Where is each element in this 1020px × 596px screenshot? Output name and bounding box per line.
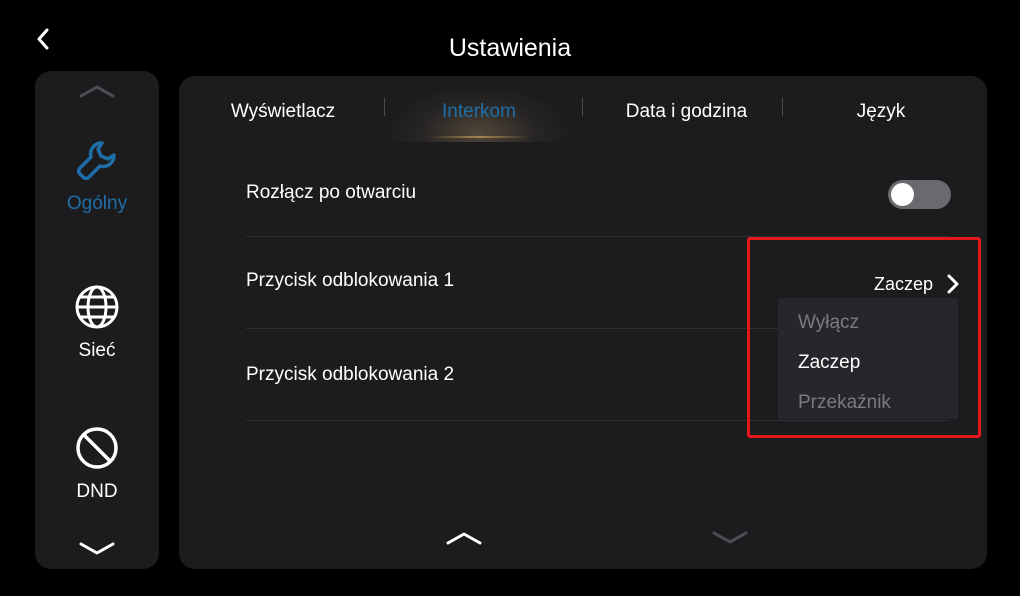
- tab-intercom[interactable]: Interkom: [405, 94, 553, 130]
- sidebar-scroll-down-button[interactable]: [79, 541, 115, 557]
- sidebar-scroll-up-button[interactable]: [79, 83, 115, 99]
- globe-icon: [75, 285, 119, 329]
- sidebar: Ogólny Sieć DND: [35, 71, 159, 569]
- sidebar-item-general[interactable]: Ogólny: [35, 137, 159, 215]
- toggle-knob: [891, 183, 914, 206]
- setting-label: Przycisk odblokowania 1: [246, 270, 455, 291]
- tab-separator: [782, 98, 783, 116]
- disconnect-toggle[interactable]: [888, 180, 951, 209]
- page-down-button[interactable]: [710, 528, 750, 548]
- sidebar-item-dnd[interactable]: DND: [35, 425, 159, 503]
- wrench-icon: [76, 141, 116, 181]
- chevron-down-icon: [79, 542, 115, 555]
- tab-separator: [582, 98, 583, 116]
- active-tab-underline: [429, 136, 529, 138]
- setting-label: Przycisk odblokowania 2: [246, 364, 455, 385]
- sidebar-item-label: DND: [76, 481, 118, 502]
- chevron-up-icon: [79, 85, 115, 98]
- chevron-down-icon: [712, 531, 748, 544]
- tab-separator: [384, 98, 385, 116]
- page-title: Ustawienia: [448, 34, 572, 62]
- do-not-disturb-icon: [76, 427, 118, 469]
- sidebar-item-label: Sieć: [78, 340, 116, 361]
- chevron-up-icon: [446, 532, 482, 545]
- tab-date-time[interactable]: Data i godzina: [599, 94, 774, 130]
- sidebar-item-label: Ogólny: [66, 193, 128, 214]
- setting-label: Rozłącz po otwarciu: [246, 182, 417, 203]
- tab-display[interactable]: Wyświetlacz: [209, 94, 357, 130]
- highlight-box: [747, 237, 981, 438]
- tab-bar: Wyświetlacz Interkom Data i godzina Języ…: [179, 94, 987, 130]
- sidebar-item-network[interactable]: Sieć: [35, 284, 159, 362]
- tab-language[interactable]: Język: [811, 94, 951, 130]
- page-up-button[interactable]: [444, 528, 484, 548]
